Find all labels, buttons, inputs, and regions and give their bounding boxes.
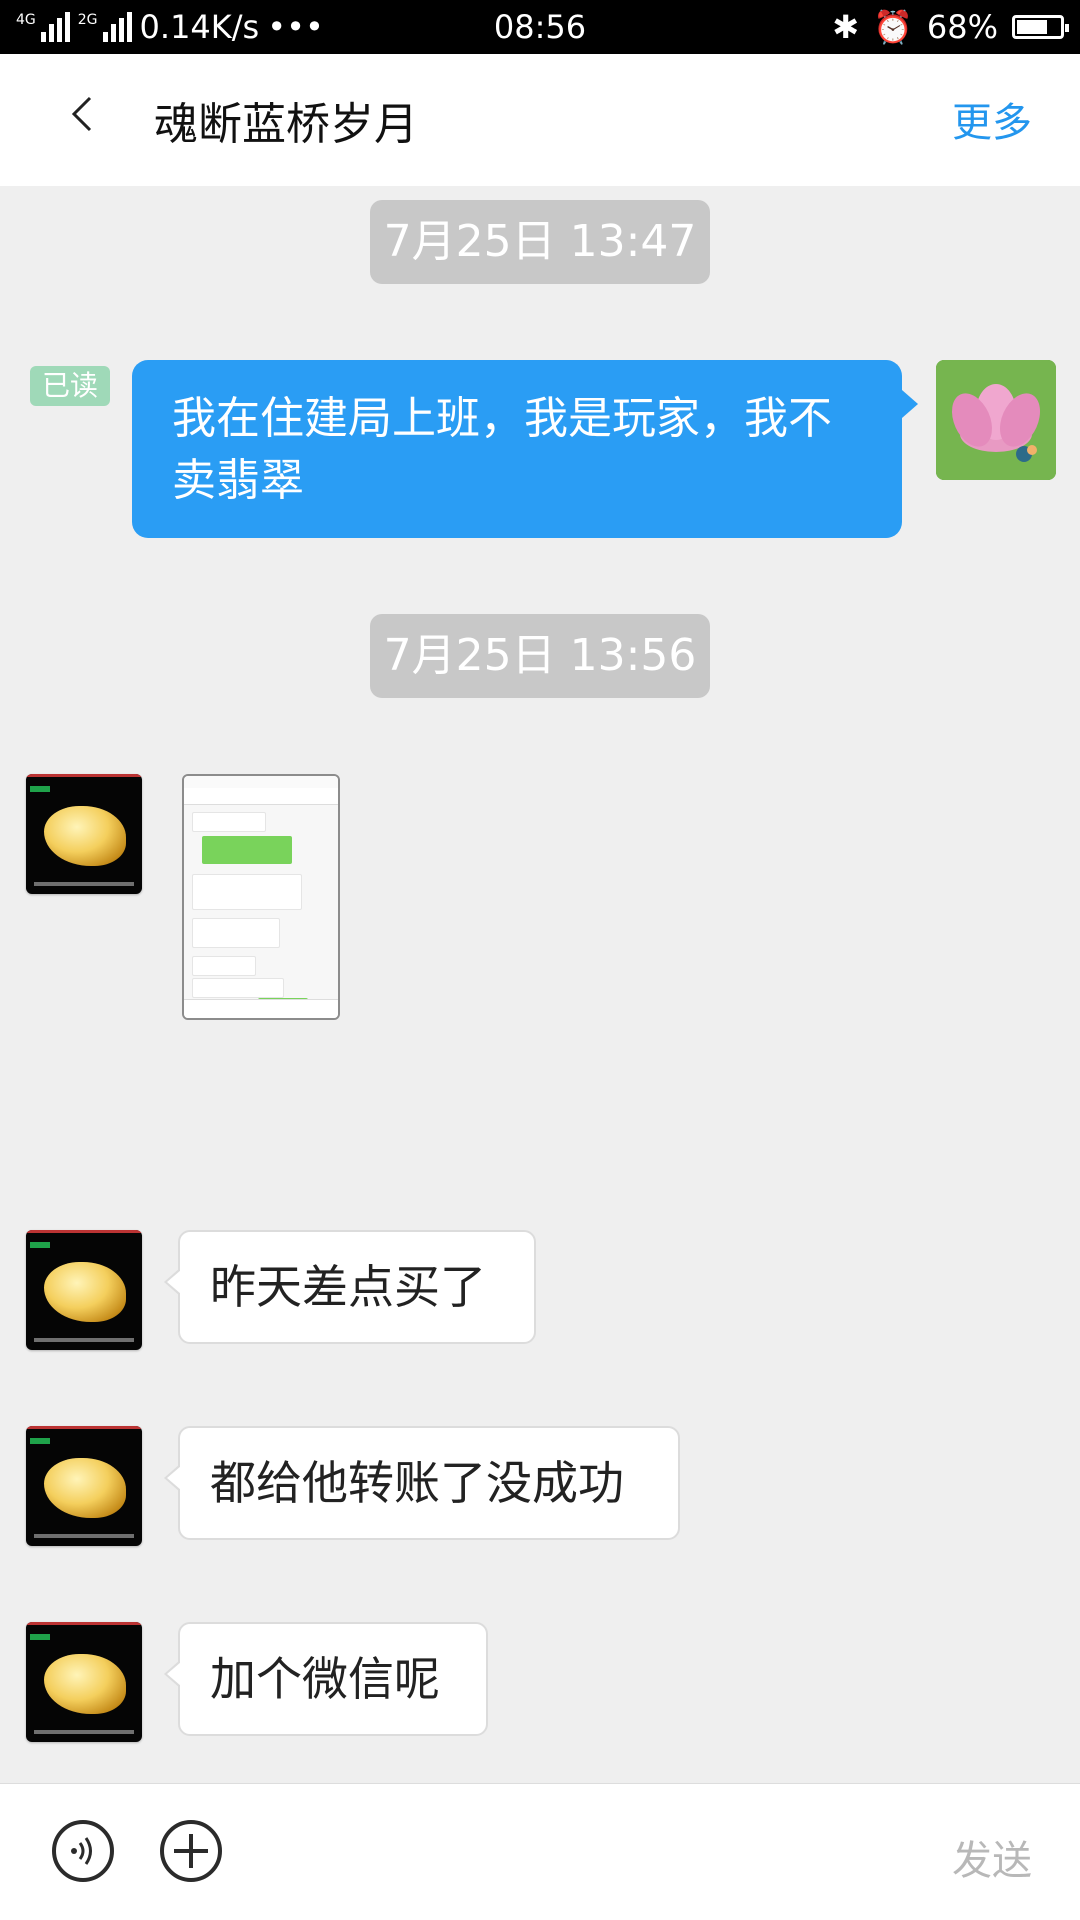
more-button[interactable]: 更多 (952, 90, 1032, 148)
input-bar: 发送 (0, 1783, 1080, 1920)
image-message[interactable] (182, 774, 340, 1020)
battery-icon (1012, 15, 1069, 39)
battery-percent: 68% (926, 8, 998, 46)
outgoing-message[interactable]: 我在住建局上班，我是玩家，我不卖翡翠 (132, 360, 918, 538)
voice-icon[interactable] (52, 1820, 114, 1882)
contact-avatar[interactable] (26, 1230, 142, 1350)
chat-title: 魂断蓝桥岁月 (154, 99, 418, 150)
incoming-message[interactable]: 都给他转账了没成功 (164, 1426, 680, 1540)
send-button[interactable]: 发送 (952, 1828, 1032, 1886)
alarm-icon: ⏰ (873, 8, 913, 46)
status-bar: 4G 2G 0.14K/s ••• 08:56 ✱ ⏰ 68% (0, 0, 1080, 54)
status-right: ✱ ⏰ 68% (832, 8, 1069, 46)
chat-header: 魂断蓝桥岁月 更多 (0, 54, 1080, 186)
incoming-message[interactable]: 加个微信呢 (164, 1622, 488, 1736)
contact-avatar[interactable] (26, 1426, 142, 1546)
time-separator: 7月25日 13:56 (370, 614, 710, 698)
back-icon[interactable] (66, 96, 102, 132)
time-separator: 7月25日 13:47 (370, 200, 710, 284)
incoming-message[interactable]: 昨天差点买了 (164, 1230, 536, 1344)
bluetooth-icon: ✱ (832, 8, 860, 46)
chat-area[interactable]: 7月25日 13:47 已读 我在住建局上班，我是玩家，我不卖翡翠 7月25日 … (0, 186, 1080, 1784)
read-badge: 已读 (30, 366, 110, 406)
contact-avatar[interactable] (26, 774, 142, 894)
contact-avatar[interactable] (26, 1622, 142, 1742)
lotus-image (936, 360, 1056, 480)
my-avatar[interactable] (936, 360, 1056, 480)
add-icon[interactable] (160, 1820, 222, 1882)
